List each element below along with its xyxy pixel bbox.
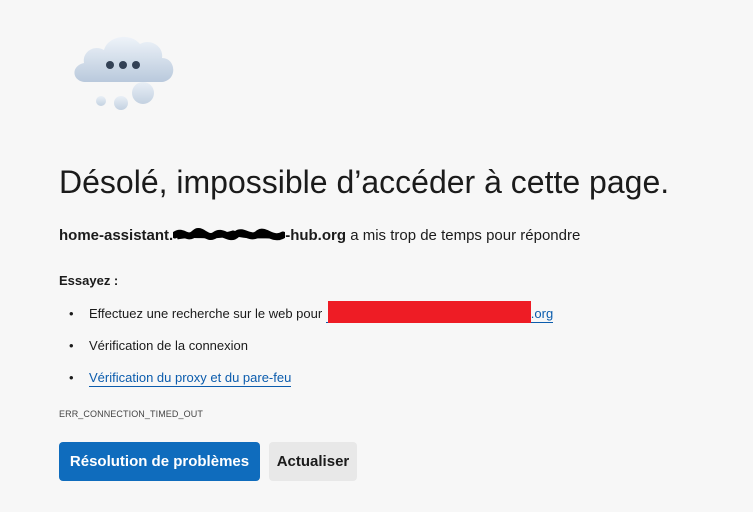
error-message: home-assistant. -hub.org a mis trop de te… <box>59 227 580 244</box>
host-suffix: -hub.org <box>285 227 347 244</box>
redacted-scribble <box>173 227 286 243</box>
proxy-firewall-link[interactable]: Vérification du proxy et du pare-feu <box>89 370 292 387</box>
cloud-thinking-icon <box>66 30 184 114</box>
list-item: • Vérification du proxy et du pare-feu <box>59 360 553 392</box>
reload-button[interactable]: Actualiser <box>269 442 357 481</box>
error-code: ERR_CONNECTION_TIMED_OUT <box>59 409 203 419</box>
suggestion-list: • Effectuez une recherche sur le web pou… <box>59 296 554 392</box>
list-item: • Vérification de la connexion <box>59 328 553 360</box>
check-connection-text: Vérification de la connexion <box>89 338 248 353</box>
redacted-block <box>327 301 531 323</box>
host-prefix: home-assistant. <box>59 227 174 244</box>
bullet: • <box>69 370 74 385</box>
search-link-suffix: .org <box>530 306 554 321</box>
list-item: • Effectuez une recherche sur le web pou… <box>59 296 554 328</box>
host-name: home-assistant. -hub.org <box>59 227 346 244</box>
message-rest: a mis trop de temps pour répondre <box>346 227 581 244</box>
try-label: Essayez : <box>59 273 119 288</box>
error-page: Désolé, impossible d’accéder à cette pag… <box>0 0 753 512</box>
search-suggestion-text: Effectuez une recherche sur le web pour <box>89 306 326 321</box>
troubleshoot-button[interactable]: Résolution de problèmes <box>59 442 260 481</box>
bullet: • <box>69 306 74 321</box>
web-search-link[interactable]: .org <box>325 301 554 323</box>
bullet: • <box>69 338 74 353</box>
page-title: Désolé, impossible d’accéder à cette pag… <box>59 164 670 200</box>
